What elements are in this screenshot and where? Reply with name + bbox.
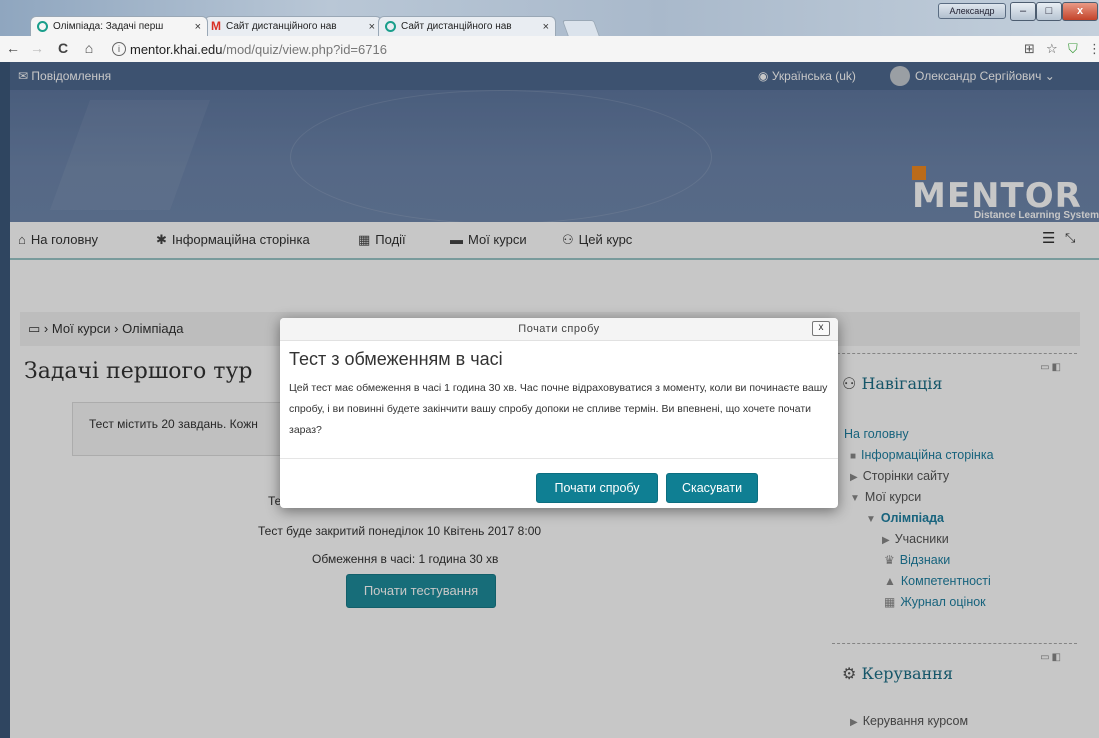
dialog-titlebar: Почати спробу: [280, 318, 838, 341]
tab-title: Сайт дистанційного нав: [401, 21, 512, 32]
web-page: ✉ Повідомлення ◉ Українська (uk) Олексан…: [10, 62, 1099, 738]
minimize-button[interactable]: –: [1010, 2, 1036, 21]
gmail-icon: M: [211, 19, 221, 33]
tab-title: Сайт дистанційного нав: [226, 21, 337, 32]
desktop-edge: [0, 62, 10, 738]
window-titlebar: Александр – □ x Олімпіада: Задачі перш ×…: [0, 0, 1099, 37]
close-window-button[interactable]: x: [1062, 2, 1098, 21]
tab-close-icon[interactable]: ×: [369, 21, 375, 33]
tab-olympiad[interactable]: Олімпіада: Задачі перш ×: [30, 16, 208, 36]
forward-icon[interactable]: →: [28, 40, 46, 56]
star-icon[interactable]: ☆: [1046, 41, 1058, 57]
address-bar[interactable]: mentor.khai.edu/mod/quiz/view.php?id=671…: [130, 42, 387, 57]
shield-icon[interactable]: ⛉: [1068, 41, 1078, 57]
moodle-icon: [385, 21, 396, 32]
tab-close-icon[interactable]: ×: [195, 21, 201, 33]
url-path: /mod/quiz/view.php?id=6716: [222, 42, 387, 57]
cancel-button[interactable]: Скасувати: [666, 473, 758, 503]
dialog-body: Цей тест має обмеження в часі 1 година 3…: [289, 382, 828, 436]
browser-toolbar: ← → C ⌂ i mentor.khai.edu/mod/quiz/view.…: [0, 36, 1099, 63]
dialog-footer: Почати спробу Скасувати: [280, 458, 838, 508]
back-icon[interactable]: ←: [4, 40, 22, 56]
dialog-heading: Тест з обмеженням в часі: [289, 349, 503, 369]
url-host: mentor.khai.edu: [130, 42, 223, 57]
windows-user-badge: Александр: [938, 3, 1006, 19]
info-icon[interactable]: i: [112, 42, 126, 56]
dialog-close-button[interactable]: x: [812, 321, 830, 336]
moodle-icon: [37, 21, 48, 32]
maximize-button[interactable]: □: [1036, 2, 1062, 21]
translate-icon[interactable]: ⊞: [1024, 41, 1035, 57]
tab-site[interactable]: Сайт дистанційного нав ×: [378, 16, 556, 36]
home-icon[interactable]: ⌂: [80, 40, 98, 56]
start-attempt-button[interactable]: Почати спробу: [536, 473, 658, 503]
tab-close-icon[interactable]: ×: [543, 21, 549, 33]
start-attempt-dialog: Почати спробу x Тест з обмеженням в часі…: [280, 318, 838, 508]
new-tab-button[interactable]: [561, 20, 601, 37]
tab-gmail[interactable]: M Сайт дистанційного нав ×: [204, 16, 382, 36]
reload-icon[interactable]: C: [54, 40, 72, 56]
menu-icon[interactable]: ⋮: [1088, 41, 1099, 57]
tab-title: Олімпіада: Задачі перш: [53, 21, 164, 32]
